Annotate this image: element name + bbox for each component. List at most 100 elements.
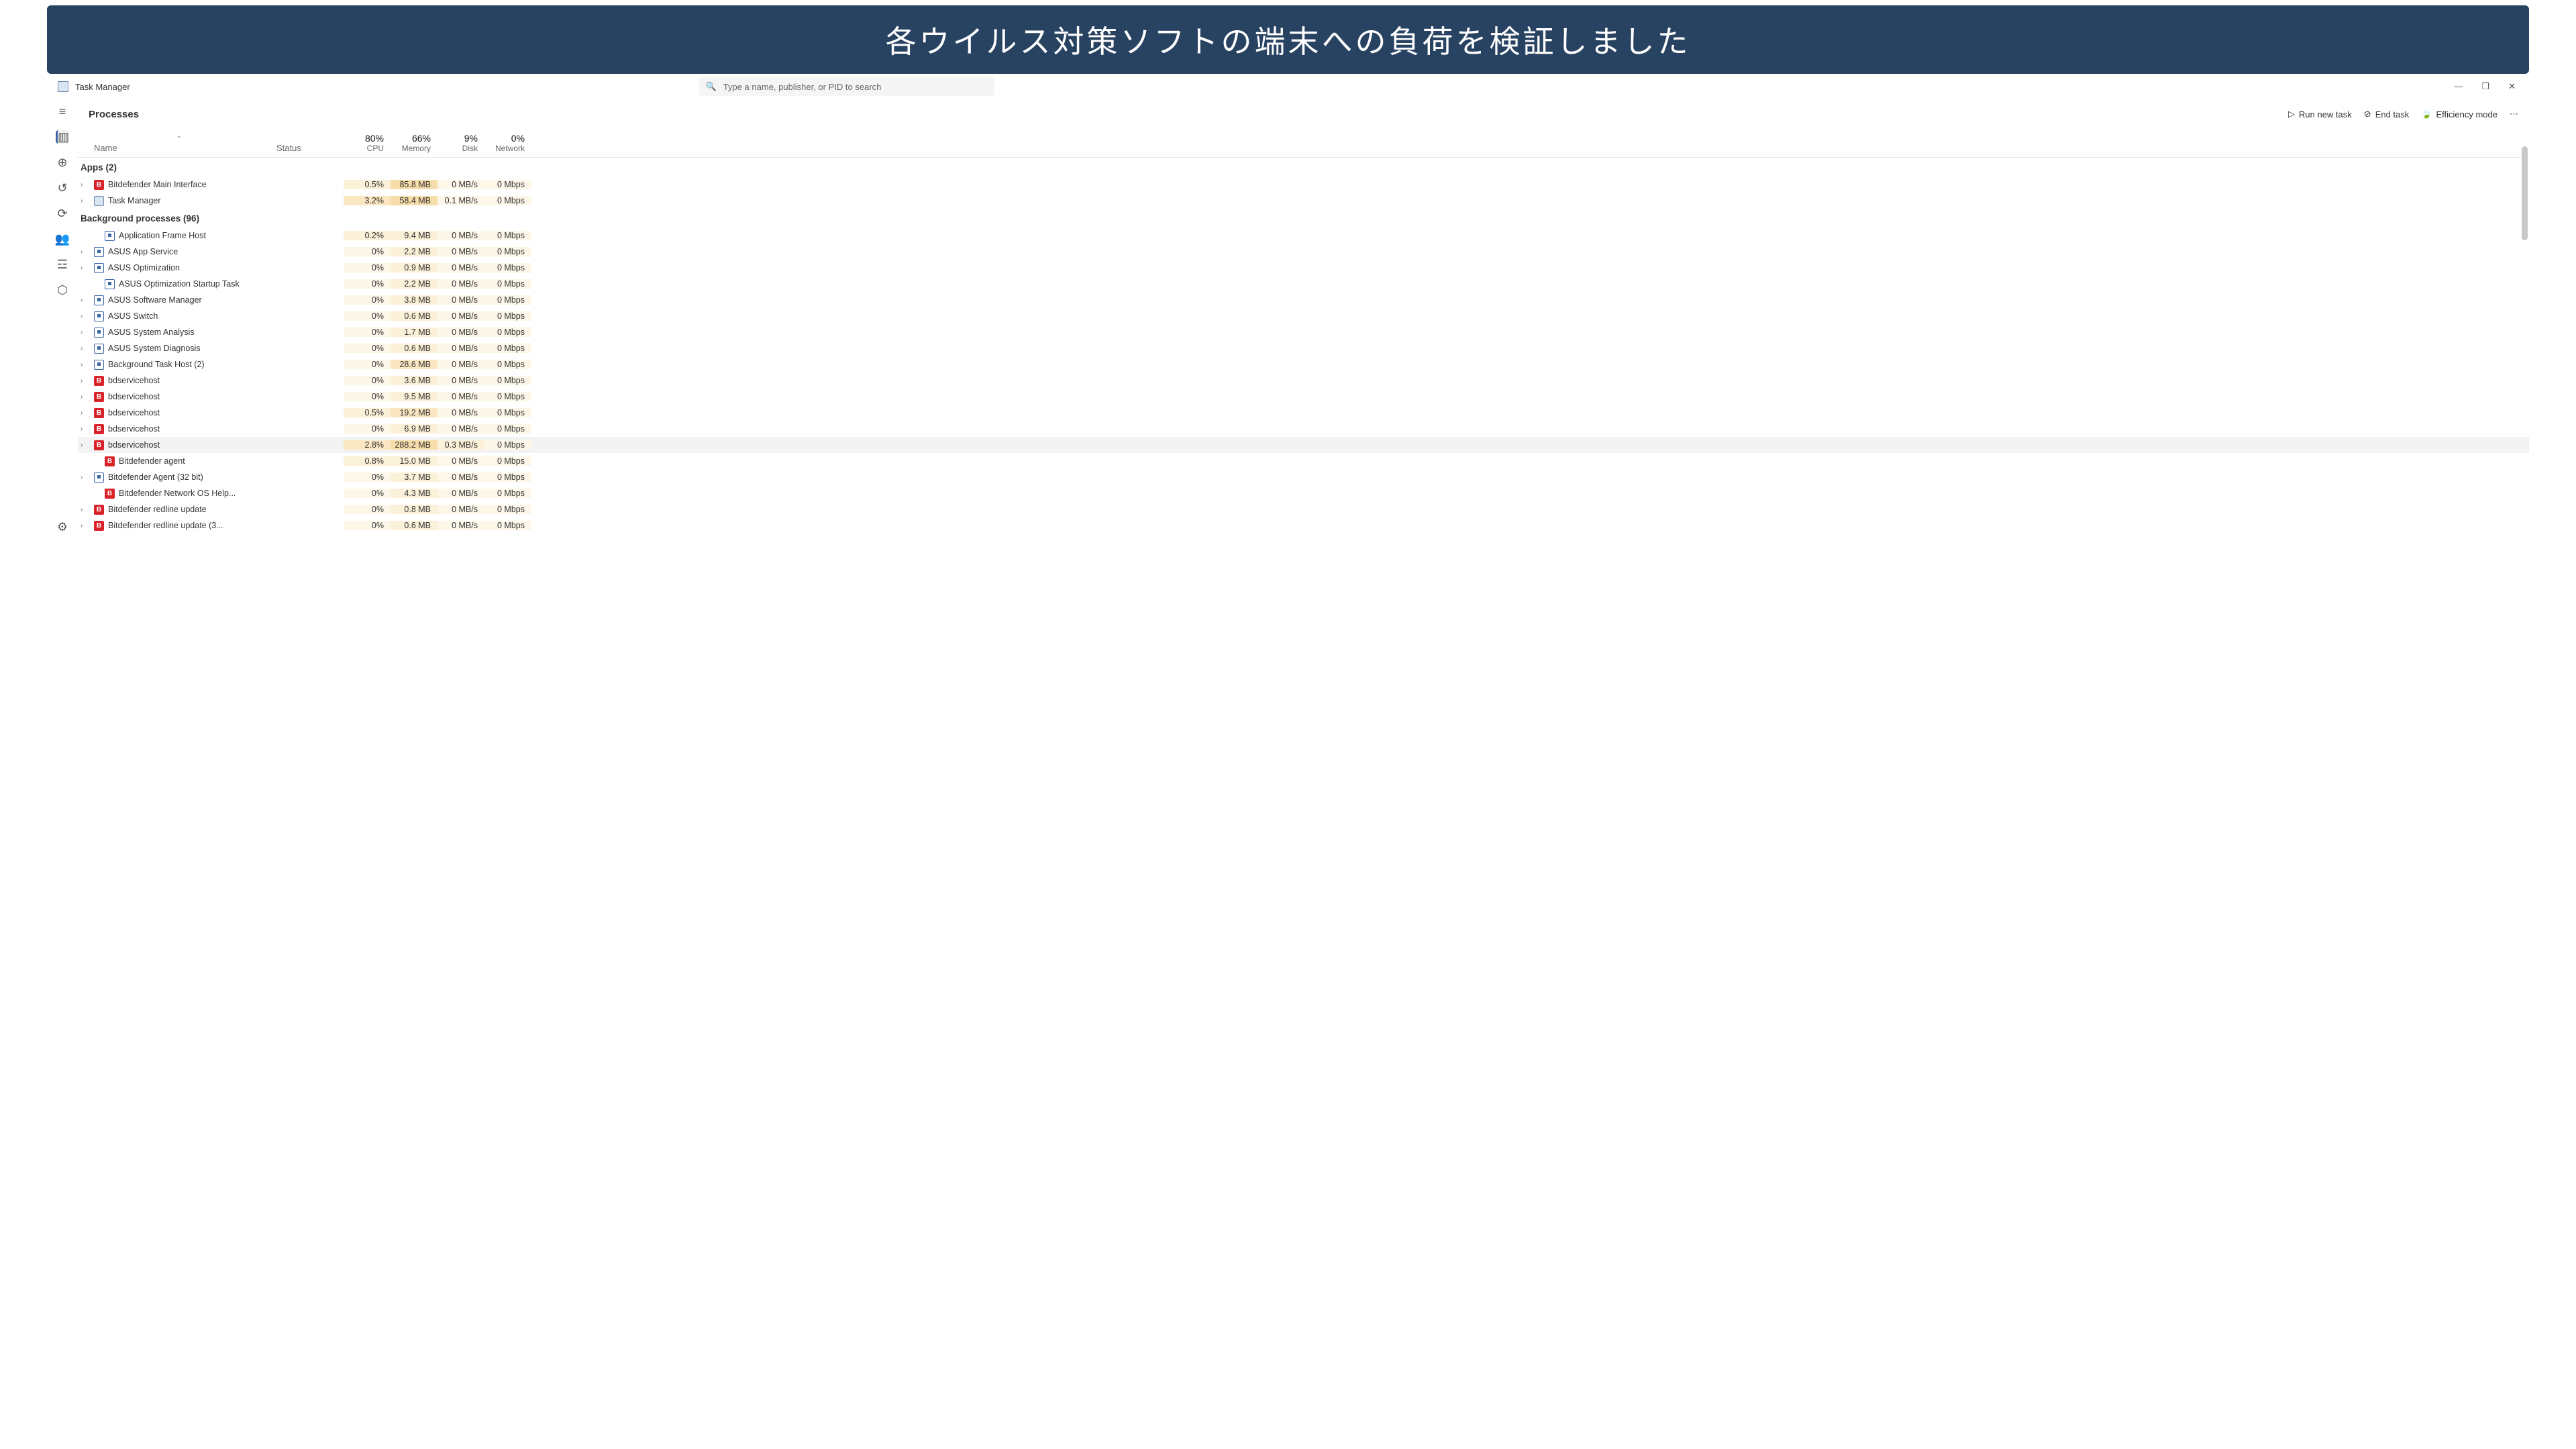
- memory-cell: 4.3 MB: [391, 489, 437, 498]
- users-nav-icon[interactable]: 👥: [56, 232, 69, 246]
- cpu-cell: 0%: [344, 247, 391, 256]
- expand-chevron-icon[interactable]: ›: [81, 474, 90, 481]
- expand-chevron-icon[interactable]: ›: [81, 361, 90, 368]
- table-row[interactable]: ›BBitdefender Network OS Help...0%4.3 MB…: [78, 485, 2529, 501]
- table-row[interactable]: ›BBitdefender agent0.8%15.0 MB0 MB/s0 Mb…: [78, 453, 2529, 469]
- table-row[interactable]: ›Bbdservicehost2.8%288.2 MB0.3 MB/s0 Mbp…: [78, 437, 2529, 453]
- col-net-header[interactable]: 0%Network: [484, 129, 531, 157]
- table-row[interactable]: ›BBitdefender Main Interface0.5%85.8 MB0…: [78, 177, 2529, 193]
- performance-nav-icon[interactable]: ⊕: [56, 156, 69, 169]
- table-row[interactable]: ›BBitdefender redline update0%0.8 MB0 MB…: [78, 501, 2529, 517]
- generic-app-icon: [105, 231, 115, 241]
- col-disk-header[interactable]: 9%Disk: [437, 129, 484, 157]
- apps-group-header[interactable]: Apps (2): [78, 158, 2529, 177]
- expand-chevron-icon[interactable]: ›: [81, 181, 90, 189]
- table-row[interactable]: ›Background Task Host (2)0%28.6 MB0 MB/s…: [78, 356, 2529, 372]
- bitdefender-icon: B: [94, 424, 104, 434]
- table-row[interactable]: ›Bbdservicehost0%3.6 MB0 MB/s0 Mbps: [78, 372, 2529, 389]
- disk-cell: 0 MB/s: [437, 376, 484, 385]
- network-cell: 0 Mbps: [484, 196, 531, 205]
- expand-chevron-icon[interactable]: ›: [81, 409, 90, 417]
- expand-chevron-icon[interactable]: ›: [81, 197, 90, 205]
- net-lbl: Network: [484, 144, 525, 153]
- table-row[interactable]: ›ASUS Software Manager0%3.8 MB0 MB/s0 Mb…: [78, 292, 2529, 308]
- vertical-scrollbar[interactable]: [2522, 146, 2528, 240]
- expand-chevron-icon[interactable]: ›: [81, 506, 90, 513]
- expand-chevron-icon[interactable]: ›: [81, 393, 90, 401]
- disk-cell: 0 MB/s: [437, 328, 484, 337]
- cpu-cell: 0%: [344, 392, 391, 401]
- cpu-cell: 3.2%: [344, 196, 391, 205]
- expand-chevron-icon[interactable]: ›: [81, 345, 90, 352]
- more-button[interactable]: ⋯: [2510, 109, 2518, 119]
- col-name-header[interactable]: ⌃ Name: [78, 129, 276, 157]
- process-name-cell: ›Bbdservicehost: [78, 408, 276, 418]
- run-icon: ▷: [2288, 109, 2295, 119]
- col-cpu-header[interactable]: 80%CPU: [344, 129, 391, 157]
- process-name-cell: ›ASUS Software Manager: [78, 295, 276, 305]
- memory-cell: 0.6 MB: [391, 521, 437, 530]
- table-row[interactable]: ›Bitdefender Agent (32 bit)0%3.7 MB0 MB/…: [78, 469, 2529, 485]
- app-icon: [58, 81, 68, 92]
- cpu-cell: 0%: [344, 489, 391, 498]
- bitdefender-icon: B: [94, 180, 104, 190]
- expand-chevron-icon[interactable]: ›: [81, 264, 90, 272]
- expand-chevron-icon[interactable]: ›: [81, 313, 90, 320]
- network-cell: 0 Mbps: [484, 472, 531, 482]
- efficiency-mode-label: Efficiency mode: [2436, 109, 2497, 119]
- cpu-cell: 2.8%: [344, 440, 391, 450]
- details-nav-icon[interactable]: ☲: [56, 258, 69, 271]
- minimize-button[interactable]: —: [2454, 81, 2463, 92]
- table-row[interactable]: ›ASUS Optimization Startup Task0%2.2 MB0…: [78, 276, 2529, 292]
- expand-chevron-icon[interactable]: ›: [81, 248, 90, 256]
- table-row[interactable]: ›Application Frame Host0.2%9.4 MB0 MB/s0…: [78, 228, 2529, 244]
- startup-nav-icon[interactable]: ⟳: [56, 207, 69, 220]
- table-row[interactable]: ›Task Manager3.2%58.4 MB0.1 MB/s0 Mbps: [78, 193, 2529, 209]
- efficiency-mode-button[interactable]: 🍃 Efficiency mode: [2421, 109, 2497, 119]
- expand-chevron-icon[interactable]: ›: [81, 426, 90, 433]
- table-row[interactable]: ›ASUS System Analysis0%1.7 MB0 MB/s0 Mbp…: [78, 324, 2529, 340]
- network-cell: 0 Mbps: [484, 505, 531, 514]
- col-status-header[interactable]: Status: [276, 129, 344, 157]
- leaf-icon: 🍃: [2421, 109, 2432, 119]
- table-row[interactable]: ›ASUS Optimization0%0.9 MB0 MB/s0 Mbps: [78, 260, 2529, 276]
- close-button[interactable]: ✕: [2508, 81, 2516, 92]
- table-row[interactable]: ›BBitdefender redline update (3...0%0.6 …: [78, 517, 2529, 534]
- expand-chevron-icon[interactable]: ›: [81, 442, 90, 449]
- cpu-cell: 0.2%: [344, 231, 391, 240]
- sort-indicator-icon: ⌃: [176, 136, 182, 143]
- run-new-task-button[interactable]: ▷Run new task: [2288, 109, 2352, 119]
- process-name-cell: ›Bbdservicehost: [78, 392, 276, 402]
- table-row[interactable]: ›ASUS System Diagnosis0%0.6 MB0 MB/s0 Mb…: [78, 340, 2529, 356]
- bitdefender-icon: B: [94, 408, 104, 418]
- table-row[interactable]: ›Bbdservicehost0.5%19.2 MB0 MB/s0 Mbps: [78, 405, 2529, 421]
- table-row[interactable]: ›ASUS App Service0%2.2 MB0 MB/s0 Mbps: [78, 244, 2529, 260]
- expand-chevron-icon[interactable]: ›: [81, 297, 90, 304]
- table-row[interactable]: ›ASUS Switch0%0.6 MB0 MB/s0 Mbps: [78, 308, 2529, 324]
- disk-cell: 0 MB/s: [437, 279, 484, 289]
- table-row[interactable]: ›Bbdservicehost0%9.5 MB0 MB/s0 Mbps: [78, 389, 2529, 405]
- settings-nav-icon[interactable]: ⚙: [56, 520, 69, 534]
- bitdefender-icon: B: [94, 392, 104, 402]
- maximize-button[interactable]: ❐: [2481, 81, 2489, 92]
- bitdefender-icon: B: [94, 440, 104, 450]
- processes-nav-icon[interactable]: ▥: [56, 130, 69, 144]
- bg-group-header[interactable]: Background processes (96): [78, 209, 2529, 228]
- memory-cell: 3.7 MB: [391, 472, 437, 482]
- hamburger-icon[interactable]: ≡: [56, 105, 69, 118]
- network-cell: 0 Mbps: [484, 360, 531, 369]
- search-field[interactable]: 🔍 Type a name, publisher, or PID to sear…: [699, 77, 994, 96]
- end-task-label: End task: [2375, 109, 2410, 119]
- history-nav-icon[interactable]: ↺: [56, 181, 69, 195]
- memory-cell: 0.6 MB: [391, 311, 437, 321]
- table-row[interactable]: ›Bbdservicehost0%6.9 MB0 MB/s0 Mbps: [78, 421, 2529, 437]
- cpu-cell: 0%: [344, 328, 391, 337]
- bitdefender-icon: B: [105, 456, 115, 466]
- services-nav-icon[interactable]: ⬡: [56, 283, 69, 297]
- expand-chevron-icon[interactable]: ›: [81, 377, 90, 385]
- expand-chevron-icon[interactable]: ›: [81, 329, 90, 336]
- col-mem-header[interactable]: 66%Memory: [391, 129, 437, 157]
- end-task-button[interactable]: ⊘End task: [2364, 109, 2410, 119]
- expand-chevron-icon[interactable]: ›: [81, 522, 90, 530]
- process-name: Bitdefender redline update (3...: [108, 521, 223, 530]
